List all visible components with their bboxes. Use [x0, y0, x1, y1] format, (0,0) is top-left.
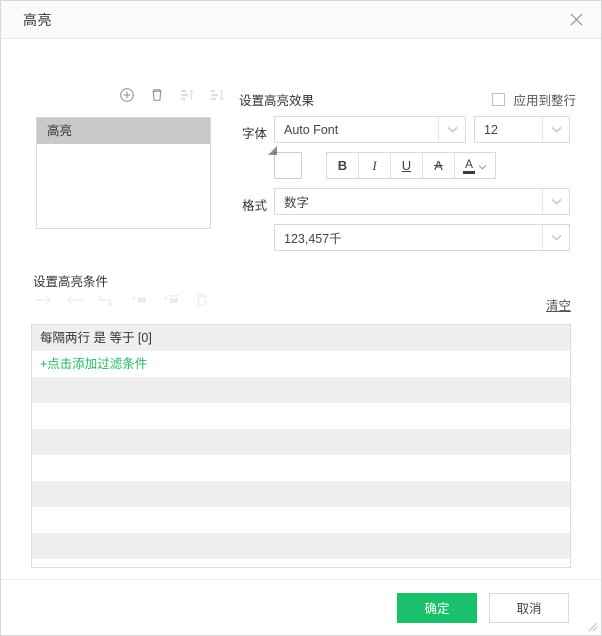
chevron-down-icon[interactable]: [542, 189, 569, 214]
empty-row: [32, 403, 570, 429]
ok-button[interactable]: 确定: [397, 592, 477, 623]
trash-icon[interactable]: [194, 292, 210, 308]
checkbox-box[interactable]: [492, 93, 506, 106]
list-item[interactable]: 高亮: [37, 118, 210, 144]
dialog-footer: 确定 取消: [1, 579, 601, 635]
strikethrough-button[interactable]: A: [423, 153, 455, 178]
underline-button[interactable]: U: [391, 153, 423, 178]
resize-grip[interactable]: [584, 618, 598, 632]
font-size-select[interactable]: 12: [474, 116, 570, 143]
format-label: 格式: [242, 199, 268, 213]
font-color-button[interactable]: A: [455, 153, 495, 178]
empty-row: [32, 559, 570, 567]
format-type-value: 数字: [284, 196, 310, 210]
empty-row: [32, 481, 570, 507]
rules-list[interactable]: 高亮: [36, 117, 211, 229]
undo-arrow-icon[interactable]: [98, 292, 114, 308]
trash-icon[interactable]: [149, 87, 165, 103]
font-color-a-icon: A: [463, 158, 475, 174]
apply-whole-row-checkbox[interactable]: 应用到整行: [492, 90, 576, 109]
empty-row: [32, 533, 570, 559]
bold-button[interactable]: B: [327, 153, 359, 178]
font-color-bar: [463, 170, 475, 174]
apply-whole-row-label: 应用到整行: [513, 94, 576, 108]
chevron-down-icon[interactable]: [478, 158, 487, 173]
dialog-title: 高亮: [23, 11, 52, 28]
arrow-left-icon[interactable]: [66, 292, 83, 308]
font-label: 字体: [242, 127, 268, 141]
dialog-titlebar: 高亮: [1, 1, 601, 39]
highlight-dialog: 高亮 高亮 设置高亮效果 应用到整行 字体 Auto Font 12 B I U…: [0, 0, 602, 636]
add-condition-row[interactable]: +点击添加过滤条件: [32, 351, 570, 377]
empty-row: [32, 507, 570, 533]
chevron-down-icon[interactable]: [542, 225, 569, 250]
chevron-down-icon[interactable]: [542, 117, 569, 142]
text-format-toolbar: B I U A A: [326, 152, 496, 179]
cancel-button[interactable]: 取消: [489, 592, 569, 623]
rules-toolbar: [119, 87, 225, 103]
sort-descending-icon[interactable]: [209, 87, 225, 103]
effect-section-title: 设置高亮效果: [239, 94, 315, 108]
number-format-select[interactable]: 123,457千: [274, 224, 570, 251]
conditions-toolbar: [34, 292, 210, 308]
add-filter-condition-link[interactable]: +点击添加过滤条件: [40, 357, 147, 371]
font-family-select[interactable]: Auto Font: [274, 116, 466, 143]
conditions-list[interactable]: 每隔两行 是 等于 [0] +点击添加过滤条件: [31, 324, 571, 568]
number-format-value: 123,457千: [284, 232, 342, 246]
add-row-icon[interactable]: [130, 292, 146, 308]
empty-row: [32, 429, 570, 455]
empty-row: [32, 455, 570, 481]
font-family-value: Auto Font: [284, 122, 339, 137]
circle-plus-icon[interactable]: [119, 87, 135, 103]
chevron-down-icon[interactable]: [438, 117, 465, 142]
add-group-icon[interactable]: [162, 292, 178, 308]
arrow-right-icon[interactable]: [34, 292, 52, 308]
fill-color-swatch[interactable]: [268, 146, 302, 179]
conditions-section-title: 设置高亮条件: [33, 275, 109, 289]
sort-ascending-icon[interactable]: [179, 87, 195, 103]
empty-row: [32, 377, 570, 403]
format-type-select[interactable]: 数字: [274, 188, 570, 215]
close-icon[interactable]: [563, 7, 589, 33]
condition-row[interactable]: 每隔两行 是 等于 [0]: [32, 325, 570, 351]
dialog-body: 高亮 设置高亮效果 应用到整行 字体 Auto Font 12 B I U A …: [1, 39, 601, 635]
font-size-value: 12: [484, 122, 498, 137]
clear-conditions-link[interactable]: 清空: [546, 295, 571, 314]
font-color-letter: A: [464, 156, 473, 171]
italic-button[interactable]: I: [359, 153, 391, 178]
